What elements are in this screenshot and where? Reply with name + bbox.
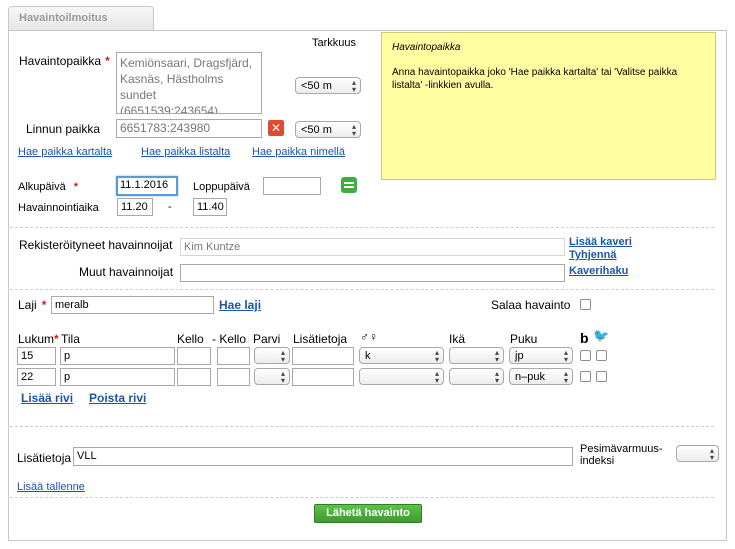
other-observers-input[interactable] [180, 264, 565, 282]
header-time2: - Kello [212, 332, 247, 346]
time-dash: - [168, 201, 172, 213]
time-start-input[interactable]: 11.20 [117, 198, 153, 216]
row1-time2-input[interactable] [217, 347, 250, 365]
divider [10, 227, 714, 228]
row2-flock-select[interactable]: ▴ ▾ [254, 368, 290, 385]
divider [10, 497, 714, 498]
row1-state-input[interactable]: p [60, 347, 175, 365]
time-label: Havainnointiaika [18, 202, 99, 214]
hide-observation-label: Salaa havainto [491, 298, 571, 312]
header-count: Lukum* [18, 332, 59, 346]
location-label: Havaintopaikka * [19, 54, 110, 68]
add-friend-link[interactable]: Lisää kaveri [569, 236, 632, 248]
row2-time2-input[interactable] [217, 368, 250, 386]
select-arrow-icon: ▴ ▾ [494, 369, 499, 385]
other-observers-label: Muut havainnoijat [79, 265, 174, 279]
bird-location-input[interactable]: 6651783:243980 [116, 119, 262, 138]
link-search-map[interactable]: Hae paikka kartalta [18, 146, 112, 158]
help-box: Havaintopaikka Anna havaintopaikka joko … [381, 32, 716, 180]
select-arrow-icon: ▴ ▾ [563, 348, 568, 364]
bird-icon: 🐦 [593, 328, 610, 343]
select-arrow-icon: ▴ ▾ [434, 348, 439, 364]
row2-plumage-select[interactable]: n–puk ▴ ▾ [509, 368, 573, 385]
select-arrow-icon: ▴ ▾ [434, 369, 439, 385]
row2-age-select[interactable]: ▴ ▾ [449, 368, 504, 385]
breeding-index-select[interactable]: ▴ ▾ [676, 445, 719, 462]
registered-observers-label: Rekisteröityneet havainnoijat [19, 238, 173, 252]
select-arrow-icon: ▴ ▾ [563, 369, 568, 385]
end-date-label: Loppupäivä [193, 181, 250, 193]
select-arrow-icon: ▴ ▾ [351, 122, 356, 138]
header-plumage: Puku [510, 332, 538, 346]
required-marker: * [105, 54, 110, 68]
header-b: b [580, 330, 589, 346]
registered-observers-input[interactable]: Kim Kuntze [180, 238, 565, 256]
start-date-label: Alkupäivä * [18, 181, 78, 193]
row2-b-checkbox[interactable] [580, 371, 591, 382]
friend-search-link[interactable]: Kaverihaku [569, 265, 628, 277]
header-age: Ikä [449, 332, 466, 346]
row1-flock-select[interactable]: ▴ ▾ [254, 347, 290, 364]
clear-bird-location-icon[interactable]: ✕ [268, 120, 284, 136]
link-search-name[interactable]: Hae paikka nimellä [252, 146, 345, 158]
start-date-input[interactable]: 11.1.2016 [116, 176, 178, 196]
row1-count-input[interactable]: 15 [17, 347, 56, 365]
bird-location-label: Linnun paikka [26, 122, 101, 136]
header-flock: Parvi [253, 332, 281, 346]
row2-state-input[interactable]: p [60, 368, 175, 386]
accuracy-label: Tarkkuus [312, 37, 357, 49]
row1-b-checkbox[interactable] [580, 350, 591, 361]
row1-bird-checkbox[interactable] [596, 350, 607, 361]
select-arrow-icon: ▴ ▾ [709, 446, 714, 462]
divider [10, 426, 714, 427]
species-input[interactable]: meralb [51, 296, 214, 314]
submit-button[interactable]: Lähetä havainto [314, 504, 422, 523]
remove-row-link[interactable]: Poista rivi [89, 391, 146, 405]
extra-info-label: Lisätietoja [17, 451, 72, 465]
help-title: Havaintopaikka [392, 42, 461, 53]
breeding-index-label: Pesimävarmuus- indeksi [580, 443, 663, 467]
select-arrow-icon: ▴ ▾ [280, 369, 285, 385]
clear-observers-link[interactable]: Tyhjennä [569, 249, 616, 261]
row2-extra-input[interactable] [292, 368, 354, 386]
select-arrow-icon: ▴ ▾ [280, 348, 285, 364]
extra-info-input[interactable]: VLL [73, 447, 573, 466]
row1-time-input[interactable] [177, 347, 211, 365]
add-record-link[interactable]: Lisää tallenne [17, 481, 85, 493]
bird-accuracy-select[interactable]: <50 m ▴ ▾ [295, 121, 361, 138]
row2-sex-select[interactable]: ▴ ▾ [359, 368, 444, 385]
row2-bird-checkbox[interactable] [596, 371, 607, 382]
divider [10, 289, 714, 290]
location-textarea[interactable]: Kemiönsaari, Dragsfjärd, Kasnäs, Hästhol… [116, 52, 262, 114]
header-state: Tila [61, 332, 80, 346]
tab-havaintoilmoitus[interactable]: Havaintoilmoitus [8, 6, 154, 31]
link-search-list[interactable]: Hae paikka listalta [141, 146, 230, 158]
row1-plumage-select[interactable]: jp ▴ ▾ [509, 347, 573, 364]
species-label: Laji * [18, 298, 47, 312]
header-time: Kello [177, 332, 204, 346]
accuracy-select[interactable]: <50 m ▴ ▾ [295, 77, 361, 94]
time-end-input[interactable]: 11.40 [193, 198, 227, 216]
copy-date-icon[interactable] [341, 177, 357, 193]
species-search-link[interactable]: Hae laji [219, 298, 261, 312]
help-text: Anna havaintopaikka joko 'Hae paikka kar… [392, 67, 678, 91]
add-row-link[interactable]: Lisää rivi [21, 391, 73, 405]
row1-sex-select[interactable]: k ▴ ▾ [359, 347, 444, 364]
row1-extra-input[interactable] [292, 347, 354, 365]
hide-observation-checkbox[interactable] [580, 299, 591, 310]
row2-count-input[interactable]: 22 [17, 368, 56, 386]
sex-icon: ♂♀ [360, 330, 378, 344]
select-arrow-icon: ▴ ▾ [351, 78, 356, 94]
row2-time-input[interactable] [177, 368, 211, 386]
header-extra: Lisätietoja [293, 332, 348, 346]
select-arrow-icon: ▴ ▾ [494, 348, 499, 364]
row1-age-select[interactable]: ▴ ▾ [449, 347, 504, 364]
end-date-input[interactable] [263, 177, 321, 195]
